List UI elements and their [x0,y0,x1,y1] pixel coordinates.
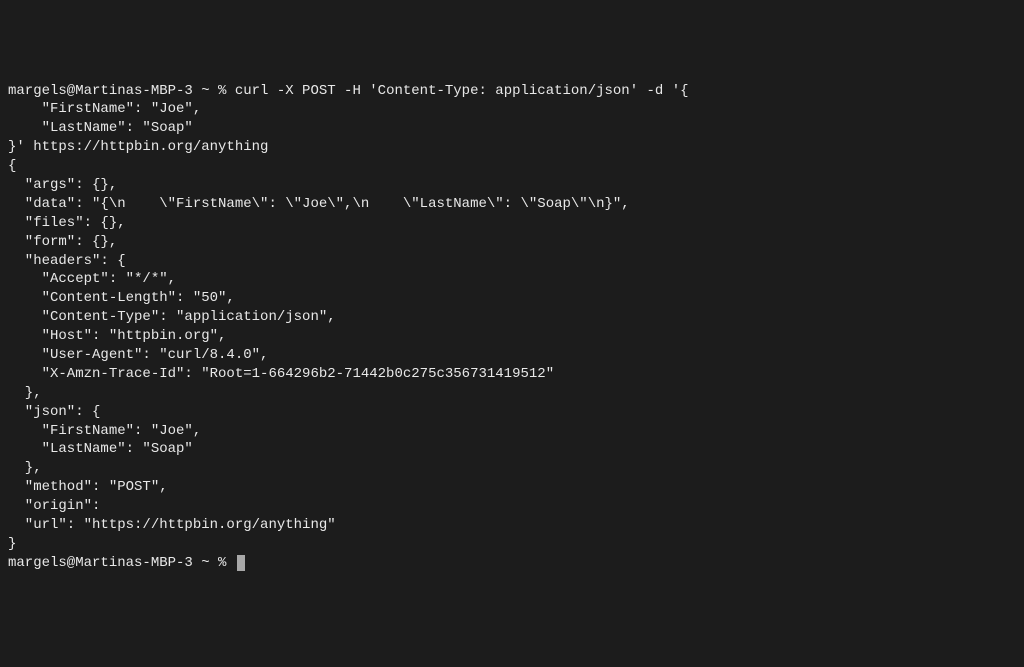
output-line: "LastName": "Soap" [8,441,193,457]
command-continuation: "LastName": "Soap" [8,120,193,136]
output-line: }, [8,385,42,401]
output-line: "files": {}, [8,215,126,231]
output-line: "FirstName": "Joe", [8,423,201,439]
output-line: "Accept": "*/*", [8,271,176,287]
output-line: "X-Amzn-Trace-Id": "Root=1-664296b2-7144… [8,366,554,382]
output-line: "headers": { [8,253,126,269]
output-line: }, [8,460,42,476]
output-line: "method": "POST", [8,479,168,495]
output-line: "form": {}, [8,234,117,250]
command-continuation: "FirstName": "Joe", [8,101,201,117]
terminal-window[interactable]: margels@Martinas-MBP-3 ~ % curl -X POST … [8,82,1016,573]
output-line: "Host": "httpbin.org", [8,328,226,344]
output-line: "data": "{\n \"FirstName\": \"Joe\",\n \… [8,196,630,212]
output-line: } [8,536,16,552]
output-line: "url": "https://httpbin.org/anything" [8,517,336,533]
command-continuation: }' https://httpbin.org/anything [8,139,268,155]
output-line: "origin": [8,498,100,514]
shell-prompt: margels@Martinas-MBP-3 ~ % [8,555,235,571]
output-line: "json": { [8,404,100,420]
command-text: curl -X POST -H 'Content-Type: applicati… [235,83,689,99]
output-line: "Content-Type": "application/json", [8,309,336,325]
output-line: "Content-Length": "50", [8,290,235,306]
cursor-icon [237,555,245,571]
shell-prompt: margels@Martinas-MBP-3 ~ % [8,83,235,99]
output-line: { [8,158,16,174]
output-line: "args": {}, [8,177,117,193]
output-line: "User-Agent": "curl/8.4.0", [8,347,268,363]
